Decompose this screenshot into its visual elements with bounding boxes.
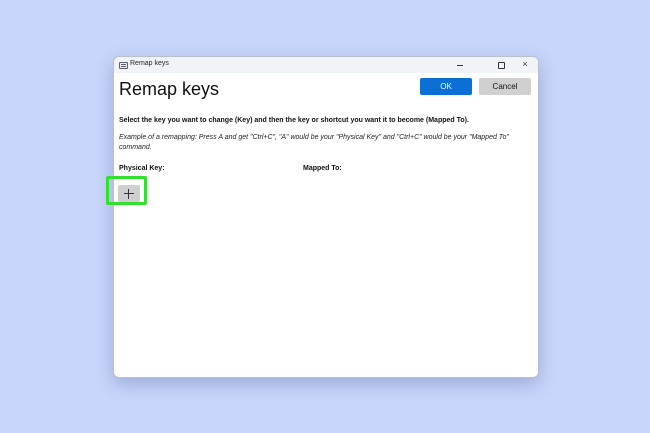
minimize-button[interactable] bbox=[448, 57, 472, 73]
maximize-button[interactable] bbox=[489, 57, 513, 73]
maximize-icon bbox=[498, 62, 505, 69]
ok-button[interactable]: OK bbox=[420, 78, 472, 95]
minimize-icon bbox=[457, 65, 463, 66]
cancel-button[interactable]: Cancel bbox=[479, 78, 531, 95]
mapped-to-header: Mapped To: bbox=[303, 165, 342, 172]
close-icon: × bbox=[522, 59, 528, 69]
keyboard-app-icon bbox=[119, 62, 128, 69]
physical-key-header: Physical Key: bbox=[119, 165, 165, 172]
instruction-text: Select the key you want to change (Key) … bbox=[119, 117, 469, 124]
window-title: Remap keys bbox=[130, 60, 169, 67]
page-title: Remap keys bbox=[119, 79, 220, 99]
highlight-box bbox=[106, 176, 147, 205]
close-button[interactable]: × bbox=[513, 57, 537, 73]
title-bar[interactable]: Remap keys × bbox=[114, 57, 538, 73]
remap-keys-window: Remap keys × Remap keys OK Cancel Select… bbox=[113, 56, 539, 378]
example-text: Example of a remapping: Press A and get … bbox=[119, 134, 509, 151]
